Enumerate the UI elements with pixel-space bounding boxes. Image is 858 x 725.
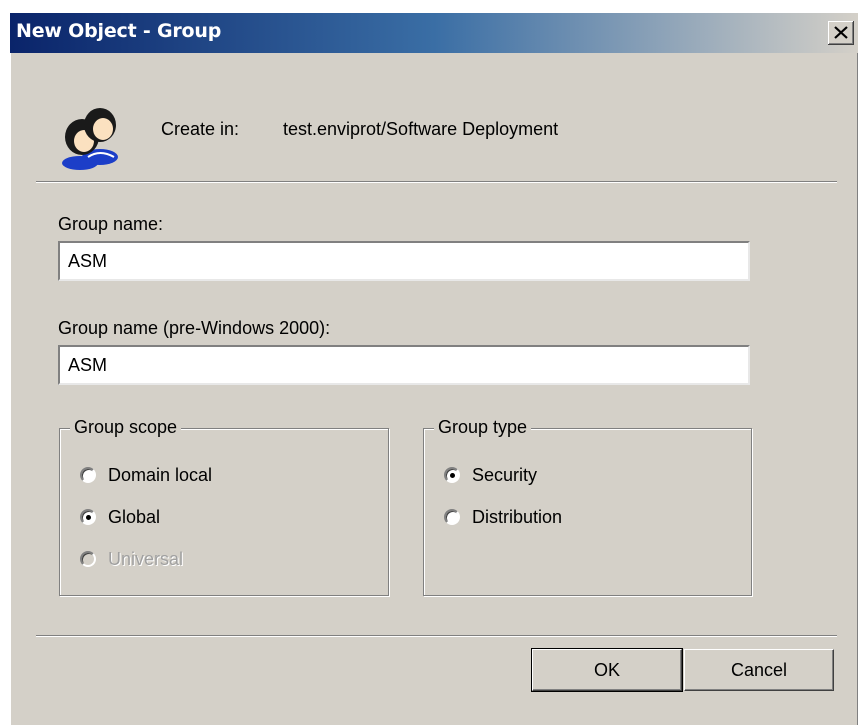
radio-button-checked-icon	[80, 509, 96, 525]
radio-distribution-label: Distribution	[472, 506, 563, 527]
group-scope-box: Group scope Domain local Global Universa…	[59, 417, 389, 596]
close-button[interactable]	[828, 21, 854, 45]
radio-global-label: Global	[108, 506, 161, 527]
radio-button-checked-icon	[444, 467, 460, 483]
radio-domain-local-label: Domain local	[108, 464, 213, 485]
radio-button-disabled-icon	[80, 551, 96, 567]
cancel-button[interactable]: Cancel	[684, 649, 834, 691]
ok-button[interactable]: OK	[531, 648, 683, 692]
radio-button-icon	[80, 467, 96, 483]
radio-domain-local[interactable]: Domain local	[80, 463, 212, 487]
radio-global[interactable]: Global	[80, 505, 160, 529]
group-type-legend: Group type	[434, 417, 532, 438]
create-in-label: Create in:	[161, 119, 240, 139]
users-group-icon	[62, 108, 118, 170]
create-in-path: test.enviprot/Software Deployment	[283, 119, 559, 139]
title-bar: New Object - Group	[10, 13, 858, 53]
separator	[36, 635, 837, 637]
close-icon	[834, 26, 848, 39]
dialog-window: New Object - Group Create in: test.envip…	[10, 13, 858, 725]
window-title: New Object - Group	[16, 20, 222, 42]
radio-security[interactable]: Security	[444, 463, 537, 487]
radio-universal: Universal	[80, 547, 183, 571]
pre2000-name-label: Group name (pre-Windows 2000):	[58, 318, 331, 338]
pre2000-name-input[interactable]	[58, 345, 750, 385]
group-name-input[interactable]	[58, 241, 750, 281]
group-name-label: Group name:	[58, 214, 164, 234]
group-type-box: Group type Security Distribution	[423, 417, 752, 596]
separator	[36, 181, 837, 183]
radio-button-icon	[444, 509, 460, 525]
group-scope-legend: Group scope	[70, 417, 182, 438]
radio-security-label: Security	[472, 464, 538, 485]
radio-universal-label: Universal	[108, 548, 184, 569]
radio-distribution[interactable]: Distribution	[444, 505, 562, 529]
